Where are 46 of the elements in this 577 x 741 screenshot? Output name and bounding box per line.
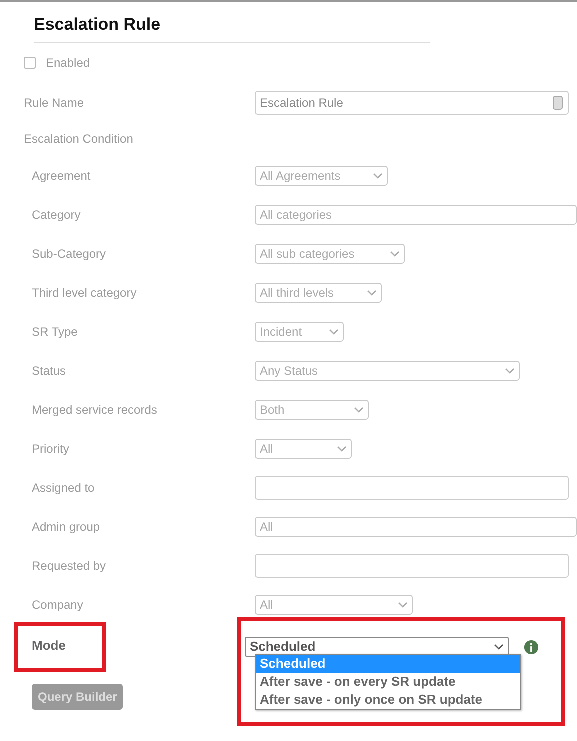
input-icon[interactable]: [553, 96, 563, 110]
dropdown[interactable]: Incident: [255, 322, 344, 342]
field-label: Requested by: [31, 558, 108, 574]
dropdown[interactable]: All third levels: [255, 282, 382, 302]
checkbox-label: Enabled: [46, 55, 90, 72]
chevron-icon: [337, 446, 347, 452]
dropdown-option[interactable]: Scheduled: [256, 655, 520, 673]
dropdown[interactable]: Any Status: [255, 360, 520, 380]
field-label: Rule Name: [23, 94, 86, 112]
chevron-icon: [329, 328, 339, 334]
chevron-icon: [373, 172, 383, 178]
field-label: Merged service records: [31, 402, 158, 418]
field-label: Mode: [14, 622, 106, 672]
dropdown[interactable]: All: [255, 438, 352, 458]
field-label: Third level category: [31, 284, 138, 302]
chevron-icon: [390, 250, 400, 256]
dropdown[interactable]: All sub categories: [255, 244, 405, 264]
text-field[interactable]: Escalation Rule: [255, 90, 569, 114]
field-label: Assigned to: [31, 480, 96, 496]
field-label: SR Type: [31, 324, 79, 340]
dropdown-option[interactable]: After save - only once on SR update: [256, 691, 520, 709]
field-label: Status: [31, 362, 68, 380]
field-label: Admin group: [31, 518, 102, 536]
chevron-icon: [505, 368, 515, 374]
field-label: Category: [31, 206, 82, 224]
dropdown[interactable]: Both: [255, 400, 369, 420]
text-field[interactable]: [255, 554, 569, 578]
chevron-icon: [367, 290, 377, 296]
chevron-icon: [494, 644, 504, 650]
dropdown[interactable]: All categories: [255, 204, 577, 224]
section-label: Escalation Condition: [23, 131, 134, 148]
field-label: Priority: [31, 440, 70, 458]
field-label: Company: [31, 596, 84, 614]
field-label: Agreement: [31, 168, 92, 184]
dropdown[interactable]: All Agreements: [255, 166, 388, 186]
dropdown-option[interactable]: After save - on every SR update: [256, 673, 520, 691]
page-title: Escalation Rule: [34, 14, 162, 36]
chevron-icon: [354, 406, 364, 412]
query-builder-button[interactable]: Query Builder: [32, 684, 124, 710]
dropdown[interactable]: All: [255, 516, 577, 536]
info-icon[interactable]: [524, 640, 539, 654]
field-label: Sub-Category: [31, 246, 108, 262]
chevron-icon: [398, 602, 408, 608]
dropdown[interactable]: All: [255, 594, 413, 614]
checkbox[interactable]: [24, 57, 36, 69]
text-field[interactable]: [255, 476, 569, 500]
